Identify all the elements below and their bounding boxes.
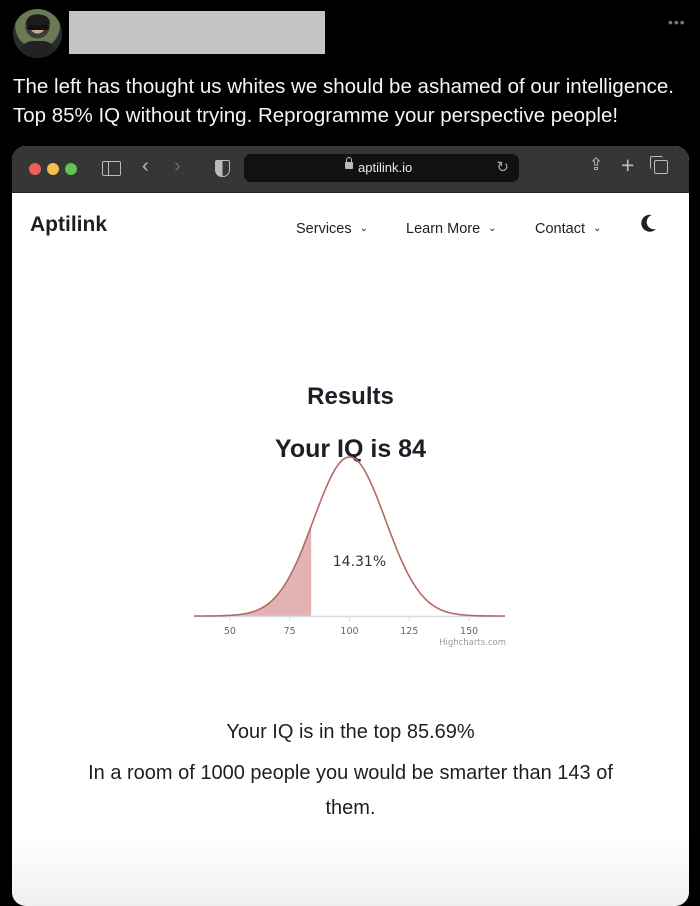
x-tick-label: 50 [224, 626, 236, 637]
iq-distribution-chart: 50 75 100 125 150 14.31% Highcharts.com [194, 456, 506, 648]
forward-icon[interactable]: › [174, 155, 181, 178]
lock-icon [345, 157, 353, 169]
top-percent-text: Your IQ is in the top 85.69% [226, 721, 475, 743]
post-text: The left has thought us whites we should… [13, 75, 674, 127]
back-icon[interactable]: ‹ [142, 155, 149, 178]
percent-annotation: 14.31% [333, 554, 386, 570]
sidebar-icon[interactable] [102, 161, 121, 176]
room-comparison-text: In a room of 1000 people you would be sm… [88, 762, 613, 819]
distribution-curve [194, 456, 505, 617]
browser-window: ‹ › aptilink.io ↻ ⇪ + Aptilink Services ⌄… [12, 146, 689, 906]
web-page: Aptilink Services ⌄ Learn More ⌄ Contact ⌄ … [12, 193, 689, 906]
avatar-hat [26, 15, 50, 25]
zoom-dot[interactable] [65, 163, 77, 175]
avatar-glasses [27, 25, 49, 30]
privacy-shield-icon[interactable] [215, 160, 230, 177]
new-tab-icon[interactable]: + [621, 152, 634, 179]
avatar-body [19, 41, 57, 58]
avatar[interactable] [13, 9, 62, 58]
x-tick-label: 150 [460, 626, 478, 637]
address-bar[interactable]: aptilink.io ↻ [244, 154, 519, 182]
x-tick-label: 100 [340, 626, 358, 637]
reload-icon[interactable]: ↻ [496, 158, 509, 176]
x-tick-label: 125 [400, 626, 418, 637]
redacted-username [69, 11, 325, 54]
highcharts-credit[interactable]: Highcharts.com [439, 638, 506, 648]
tabs-overview-icon[interactable] [650, 156, 668, 174]
share-icon[interactable]: ⇪ [589, 155, 603, 175]
url-text: aptilink.io [358, 160, 413, 175]
x-tick-label: 75 [284, 626, 296, 637]
minimize-dot[interactable] [47, 163, 59, 175]
shaded-area [194, 526, 312, 616]
browser-toolbar: ‹ › aptilink.io ↻ ⇪ + [12, 146, 689, 193]
more-options-icon[interactable]: ••• [668, 14, 686, 30]
close-dot[interactable] [29, 163, 41, 175]
